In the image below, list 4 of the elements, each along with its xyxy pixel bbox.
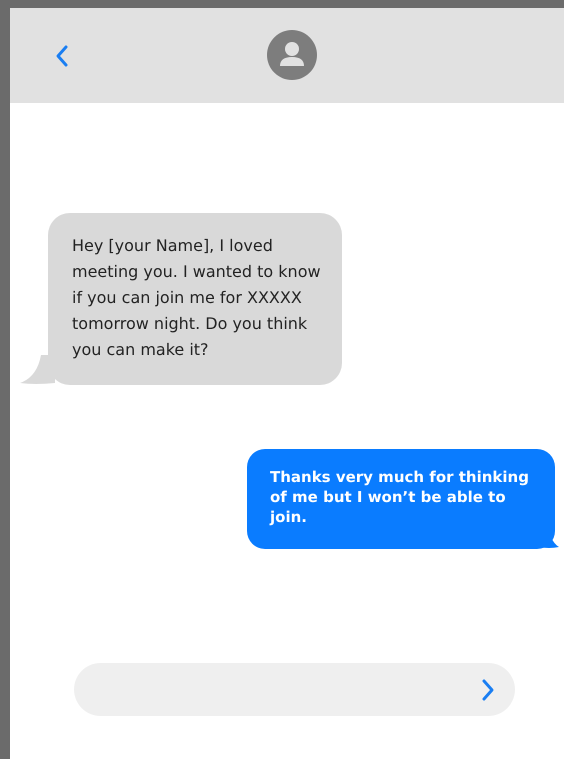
message-bubble: Thanks very much for thinking of me but I won’t be able to join. [247,449,555,549]
send-icon[interactable] [481,678,495,702]
message-bubble: Hey [your Name], I loved meeting you. I wanted to know if you can join me for XXXXX tomorrow night. Do you think you can make it? [48,213,342,385]
avatar-icon [267,30,317,80]
